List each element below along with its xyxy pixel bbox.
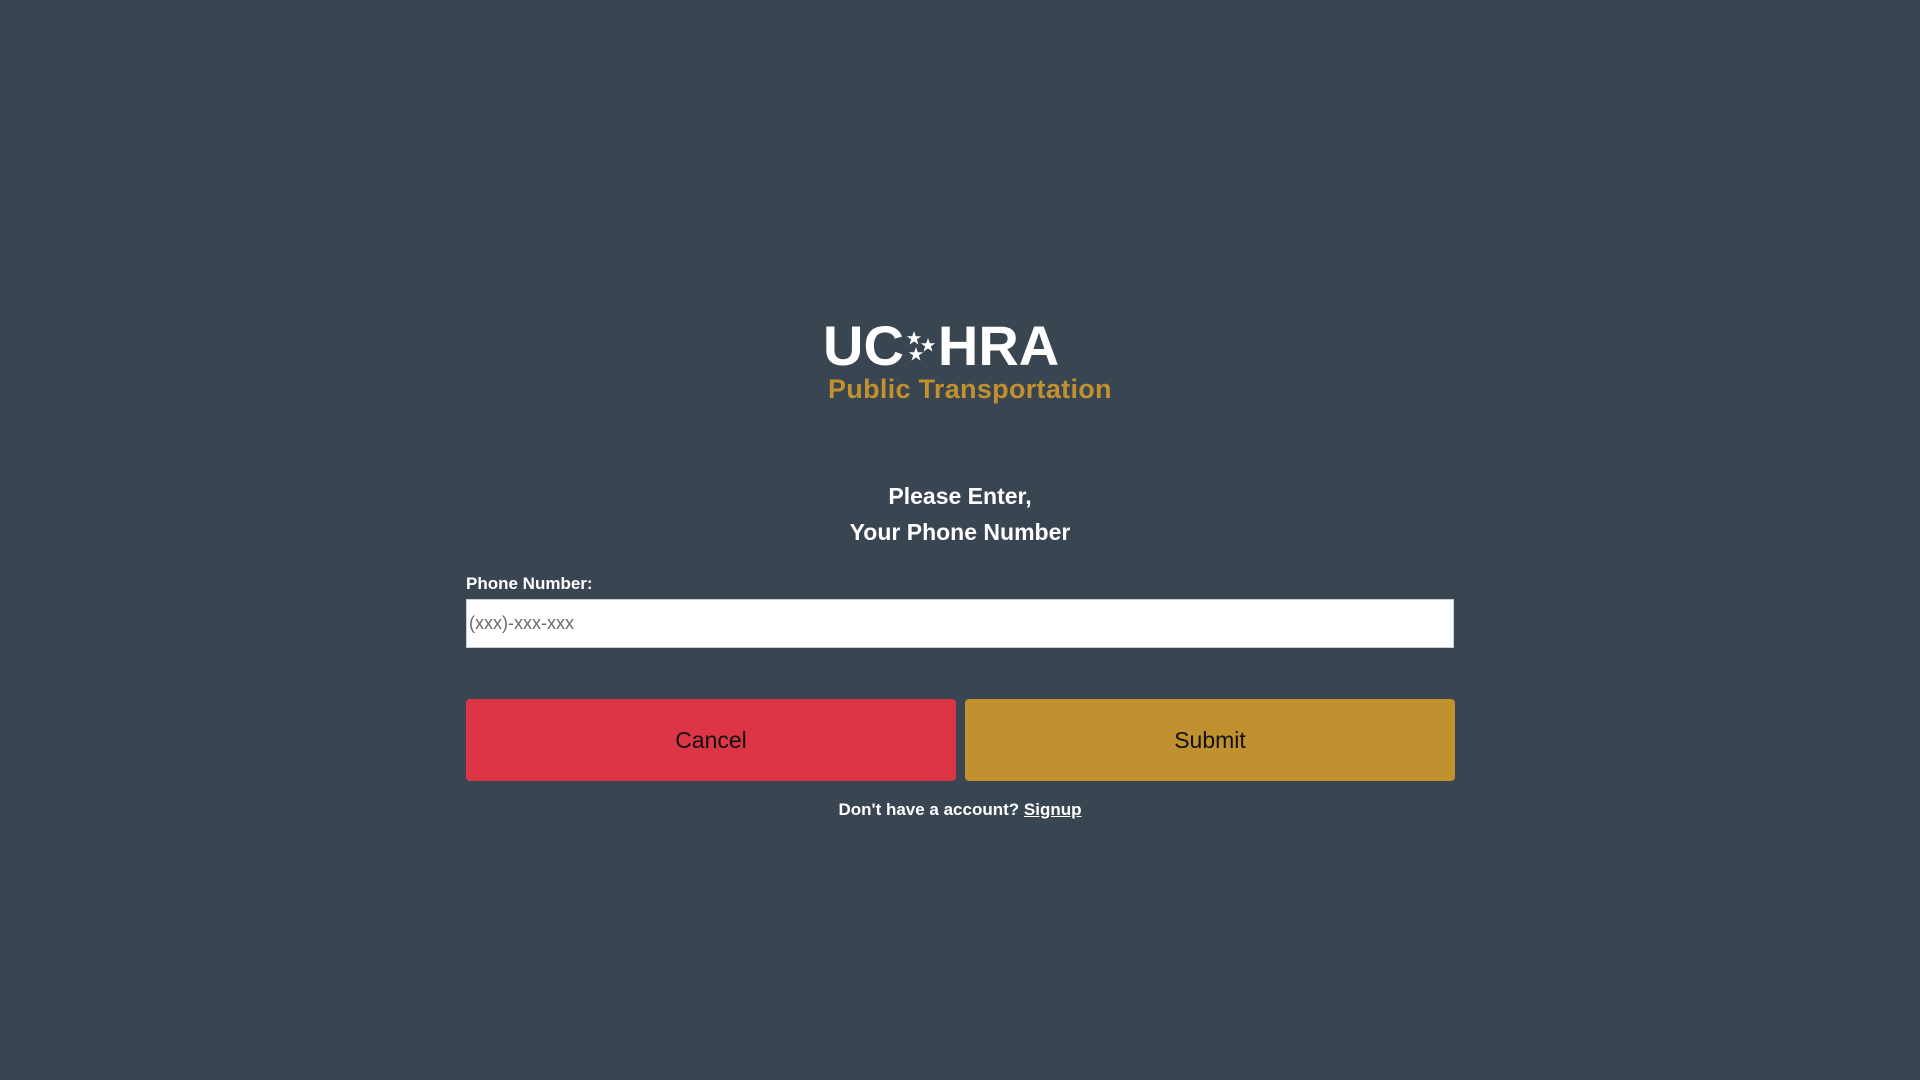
phone-number-label: Phone Number: bbox=[466, 574, 593, 593]
login-page: UC HRA Public Transportation Please Ente… bbox=[0, 0, 1920, 1080]
cancel-button[interactable]: Cancel bbox=[466, 699, 956, 781]
signup-prompt: Don't have a account? Signup bbox=[0, 800, 1920, 820]
logo-text-hra: HRA bbox=[937, 314, 1060, 377]
prompt-line-2: Your Phone Number bbox=[849, 519, 1071, 545]
submit-button[interactable]: Submit bbox=[965, 699, 1455, 781]
logo-subtitle: Public Transportation bbox=[828, 374, 1112, 404]
uchra-logo: UC HRA Public Transportation bbox=[823, 316, 1112, 406]
phone-prompt-heading: Please Enter, Your Phone Number bbox=[0, 478, 1920, 550]
signup-link[interactable]: Signup bbox=[1024, 800, 1082, 819]
prompt-line-1: Please Enter, bbox=[888, 483, 1032, 509]
logo-text-uc: UC bbox=[823, 314, 904, 377]
phone-number-input[interactable] bbox=[466, 599, 1454, 648]
stars-icon bbox=[906, 331, 936, 361]
logo-wordmark: UC HRA bbox=[823, 316, 1059, 376]
signup-text: Don't have a account? bbox=[838, 800, 1020, 819]
